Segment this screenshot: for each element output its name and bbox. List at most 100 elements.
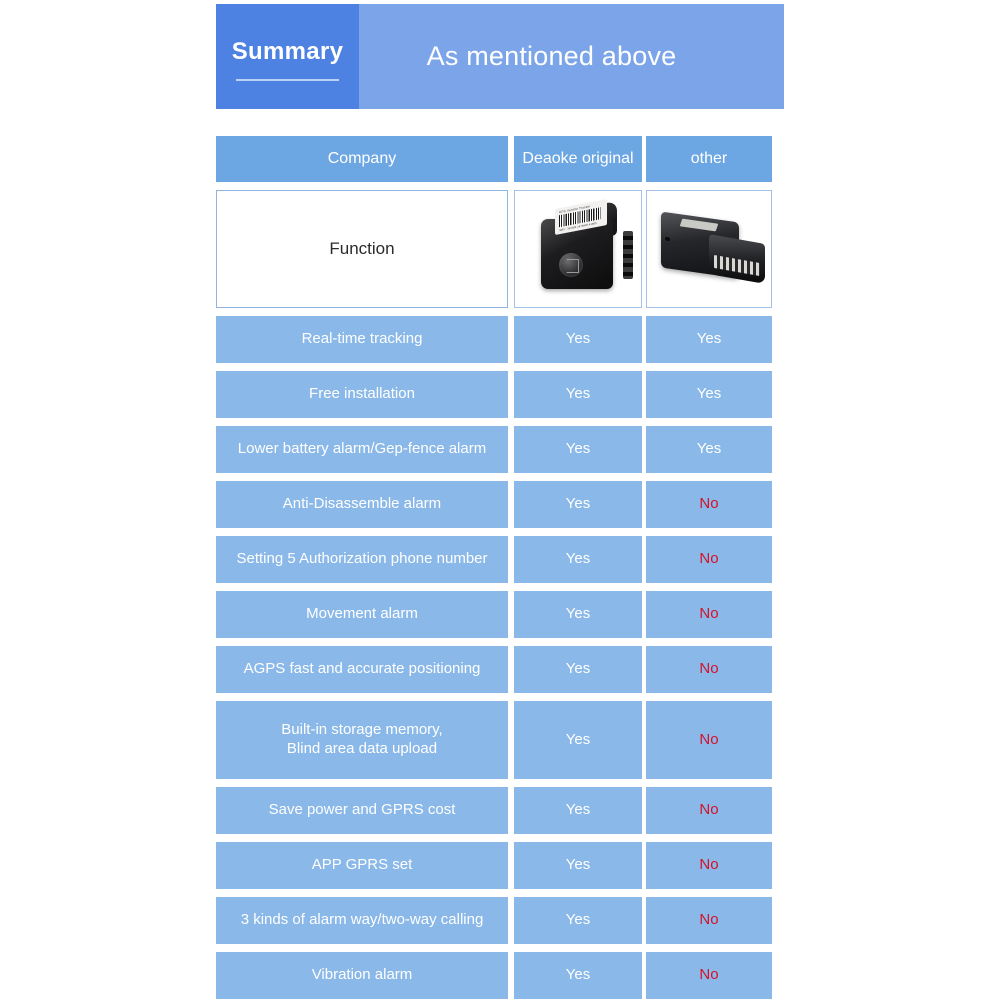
deaoke-value: Yes	[565, 605, 591, 623]
deaoke-value: Yes	[565, 495, 591, 513]
deaoke-logo-icon	[559, 253, 583, 277]
feature-name-label: Built-in storage memory, Blind area data…	[281, 721, 443, 757]
deaoke-value-cell: Yes	[514, 897, 642, 944]
feature-name-label: Real-time tracking	[301, 330, 423, 348]
table-function-row: Function GPS Vehicle Tracker IMEI : 3523…	[216, 190, 784, 308]
column-header-deaoke: Deaoke original	[514, 136, 642, 182]
feature-name-cell: APP GPRS set	[216, 842, 508, 889]
comparison-table: Company Deaoke original other Function G…	[216, 136, 784, 1007]
function-label-cell: Function	[216, 190, 508, 308]
feature-name-label: Setting 5 Authorization phone number	[236, 550, 488, 568]
feature-name-cell: Setting 5 Authorization phone number	[216, 536, 508, 583]
table-row: Lower battery alarm/Gep-fence alarm Yes Ye…	[216, 426, 784, 473]
feature-name-cell: 3 kinds of alarm way/two-way calling	[216, 897, 508, 944]
deaoke-value: Yes	[565, 330, 591, 348]
other-value: No	[699, 660, 719, 678]
deaoke-value-cell: Yes	[514, 316, 642, 363]
feature-name-cell: Lower battery alarm/Gep-fence alarm	[216, 426, 508, 473]
feature-name-label: Vibration alarm	[311, 966, 413, 984]
deaoke-value-cell: Yes	[514, 536, 642, 583]
other-value-cell: Yes	[646, 371, 772, 418]
table-row: 3 kinds of alarm way/two-way calling Yes N…	[216, 897, 784, 944]
feature-name-cell: Anti-Disassemble alarm	[216, 481, 508, 528]
other-value: No	[699, 801, 719, 819]
other-value: Yes	[696, 330, 722, 348]
deaoke-product-image-cell: GPS Vehicle Tracker IMEI : 352384 167864…	[514, 190, 642, 308]
other-value: Yes	[696, 440, 722, 458]
deaoke-value-cell: Yes	[514, 591, 642, 638]
summary-tab-label: Summary	[231, 38, 344, 65]
other-value-cell: Yes	[646, 316, 772, 363]
feature-name-cell: AGPS fast and accurate positioning	[216, 646, 508, 693]
table-row: Setting 5 Authorization phone number Yes N…	[216, 536, 784, 583]
deaoke-value-cell: Yes	[514, 646, 642, 693]
deaoke-value: Yes	[565, 966, 591, 984]
table-row: Movement alarm Yes No	[216, 591, 784, 638]
other-obd-device-icon	[647, 191, 771, 307]
deaoke-obd-tracker-icon: GPS Vehicle Tracker IMEI : 352384 167864…	[515, 191, 641, 307]
other-value: No	[699, 856, 719, 874]
table-header-row: Company Deaoke original other	[216, 136, 784, 182]
table-row: Real-time tracking Yes Yes	[216, 316, 784, 363]
feature-name-label: Movement alarm	[306, 605, 418, 623]
banner-headline-area: As mentioned above	[359, 4, 784, 109]
deaoke-value-cell: Yes	[514, 701, 642, 779]
feature-name-label: Lower battery alarm/Gep-fence alarm	[237, 440, 487, 458]
other-value: No	[699, 605, 719, 623]
feature-name-cell: Save power and GPRS cost	[216, 787, 508, 834]
other-side-port-part	[665, 236, 670, 242]
column-header-company-label: Company	[327, 150, 397, 167]
feature-name-cell: Vibration alarm	[216, 952, 508, 999]
feature-name-label: Anti-Disassemble alarm	[282, 495, 442, 513]
deaoke-value: Yes	[565, 660, 591, 678]
banner-headline: As mentioned above	[426, 41, 677, 71]
column-header-other: other	[646, 136, 772, 182]
other-value: No	[699, 966, 719, 984]
other-value: No	[699, 730, 719, 748]
deaoke-value-cell: Yes	[514, 426, 642, 473]
table-row: Save power and GPRS cost Yes No	[216, 787, 784, 834]
feature-name-label: 3 kinds of alarm way/two-way calling	[240, 911, 484, 929]
table-row: AGPS fast and accurate positioning Yes No	[216, 646, 784, 693]
other-value-cell: No	[646, 787, 772, 834]
other-value-cell: No	[646, 481, 772, 528]
slide-banner: Summary As mentioned above	[216, 4, 784, 109]
feature-name-label: Free installation	[309, 385, 415, 403]
table-row: APP GPRS set Yes No	[216, 842, 784, 889]
column-header-company: Company	[216, 136, 508, 182]
function-label: Function	[329, 239, 395, 258]
feature-name-cell: Movement alarm	[216, 591, 508, 638]
summary-tab-underline	[236, 79, 339, 81]
other-value-cell: No	[646, 701, 772, 779]
table-row: Free installation Yes Yes	[216, 371, 784, 418]
table-row: Built-in storage memory, Blind area data…	[216, 701, 784, 779]
deaoke-value-cell: Yes	[514, 371, 642, 418]
deaoke-value-cell: Yes	[514, 952, 642, 999]
deaoke-value: Yes	[565, 550, 591, 568]
deaoke-value: Yes	[565, 385, 591, 403]
deaoke-value: Yes	[565, 801, 591, 819]
other-value-cell: No	[646, 591, 772, 638]
summary-tab: Summary	[216, 4, 359, 109]
feature-name-label: APP GPRS set	[311, 856, 413, 874]
table-row: Vibration alarm Yes No	[216, 952, 784, 999]
feature-name-cell: Real-time tracking	[216, 316, 508, 363]
other-value: Yes	[696, 385, 722, 403]
other-value: No	[699, 911, 719, 929]
deaoke-value-cell: Yes	[514, 842, 642, 889]
feature-name-cell: Free installation	[216, 371, 508, 418]
deaoke-value: Yes	[565, 730, 591, 748]
other-value-cell: No	[646, 952, 772, 999]
table-body: Real-time tracking Yes Yes Free installatio…	[216, 316, 784, 999]
other-value: No	[699, 550, 719, 568]
feature-name-cell: Built-in storage memory, Blind area data…	[216, 701, 508, 779]
other-value-cell: No	[646, 842, 772, 889]
deaoke-value: Yes	[565, 911, 591, 929]
other-value-cell: No	[646, 897, 772, 944]
deaoke-value: Yes	[565, 440, 591, 458]
comparison-slide: Summary As mentioned above Company Deaok…	[0, 0, 1000, 1000]
column-header-other-label: other	[690, 150, 728, 167]
column-header-deaoke-label: Deaoke original	[522, 150, 634, 167]
other-value: No	[699, 495, 719, 513]
other-product-image-cell	[646, 190, 772, 308]
